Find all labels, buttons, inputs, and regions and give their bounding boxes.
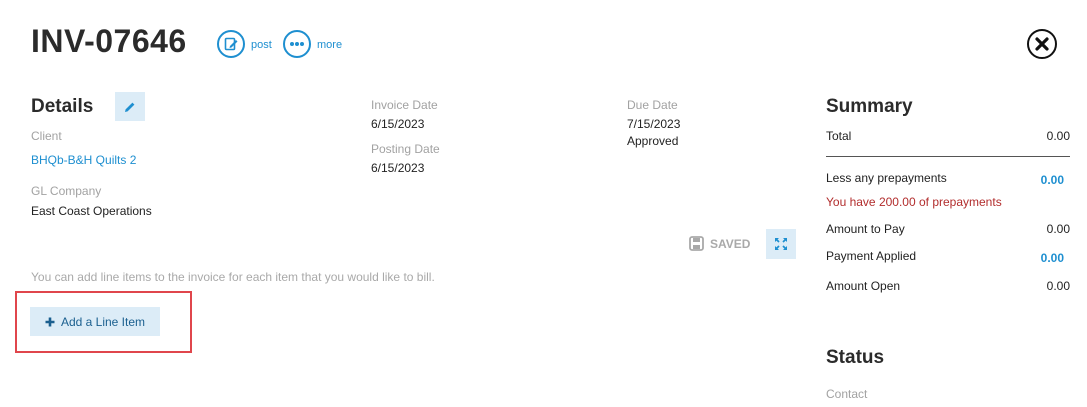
close-icon: [1035, 37, 1049, 51]
prepayments-note: You have 200.00 of prepayments: [826, 195, 1002, 209]
summary-total-row: Total 0.00: [826, 129, 1070, 144]
payment-applied-label: Payment Applied: [826, 249, 917, 263]
summary-prepayments-row: Less any prepayments 0.00: [826, 171, 1070, 188]
line-items-hint: You can add line items to the invoice fo…: [31, 270, 435, 284]
total-label: Total: [826, 129, 852, 143]
edit-details-button[interactable]: [115, 92, 145, 121]
amount-open-label: Amount Open: [826, 279, 901, 293]
due-date-value: 7/15/2023: [627, 117, 681, 131]
summary-amount-to-pay-row: Amount to Pay 0.00: [826, 222, 1070, 237]
plus-icon: [45, 317, 55, 326]
invoice-title: INV-07646: [31, 23, 187, 59]
expand-button[interactable]: [766, 229, 796, 259]
summary-amount-open-row: Amount Open 0.00: [826, 279, 1070, 294]
saved-label: SAVED: [710, 236, 751, 251]
summary-title: Summary: [826, 96, 913, 117]
approval-status: Approved: [627, 134, 679, 148]
saved-indicator: SAVED: [689, 236, 750, 251]
add-line-item-label: Add a Line Item: [60, 314, 146, 329]
total-value: 0.00: [1046, 129, 1070, 143]
summary-divider: [826, 156, 1070, 157]
edit-document-icon: [224, 37, 238, 51]
status-title: Status: [826, 347, 885, 368]
summary-payment-applied-row: Payment Applied 0.00: [826, 249, 1070, 266]
invoice-date-label: Invoice Date: [371, 98, 438, 112]
more-button[interactable]: [283, 30, 311, 58]
amount-to-pay-label: Amount to Pay: [826, 222, 905, 236]
post-link[interactable]: post: [251, 38, 272, 52]
amount-open-value: 0.00: [1046, 279, 1070, 293]
posting-date-label: Posting Date: [371, 142, 440, 156]
save-icon: [689, 236, 704, 251]
invoice-date-value: 6/15/2023: [371, 117, 425, 131]
due-date-label: Due Date: [627, 98, 678, 112]
payment-applied-value[interactable]: 0.00: [1041, 251, 1064, 266]
close-button[interactable]: [1027, 29, 1057, 59]
amount-to-pay-value: 0.00: [1046, 222, 1070, 236]
ellipsis-icon: [290, 42, 304, 46]
expand-icon: [775, 238, 787, 250]
client-link[interactable]: BHQb-B&H Quilts 2: [31, 153, 136, 168]
pencil-icon: [125, 102, 135, 112]
gl-company-label: GL Company: [31, 184, 102, 198]
contact-label: Contact: [826, 387, 868, 401]
post-button[interactable]: [217, 30, 245, 58]
details-title: Details: [31, 96, 94, 117]
client-label: Client: [31, 129, 62, 143]
gl-company-value: East Coast Operations: [31, 204, 152, 218]
more-link[interactable]: more: [317, 38, 342, 52]
prepayments-value[interactable]: 0.00: [1041, 173, 1064, 188]
prepayments-label: Less any prepayments: [826, 171, 947, 185]
add-line-item-button[interactable]: Add a Line Item: [30, 307, 160, 336]
posting-date-value: 6/15/2023: [371, 161, 425, 175]
